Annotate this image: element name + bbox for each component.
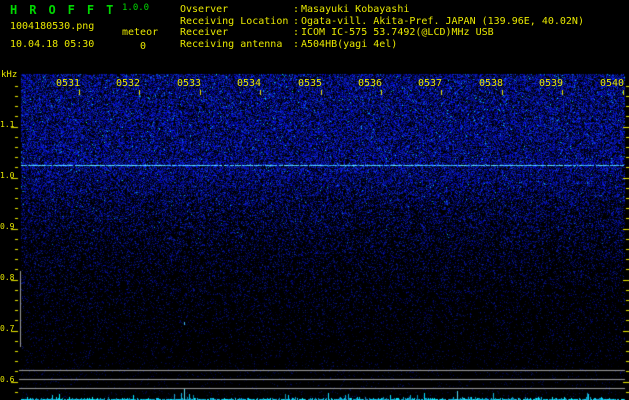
time-tick-label: 0535 xyxy=(297,78,323,89)
time-tick-label: 0532 xyxy=(115,78,141,89)
info-label: Receiving antenna xyxy=(180,39,283,51)
freq-tick-label: 0.6 xyxy=(0,375,15,384)
freq-tick-label: 0.8 xyxy=(0,273,15,282)
time-tick-label: 0534 xyxy=(236,78,262,89)
info-label: Ovserver xyxy=(180,4,229,15)
info-value: Ogata-vill. Akita-Pref. JAPAN (139.96E, … xyxy=(301,15,584,27)
time-tick-label: 0533 xyxy=(176,78,202,89)
freq-tick-label: 1.1 xyxy=(0,120,15,129)
freq-tick-label: 0.9 xyxy=(0,222,15,231)
output-filename: 1004180530.png xyxy=(10,21,95,32)
info-separator: : xyxy=(293,27,300,39)
freq-tick-label: 1.0 xyxy=(0,171,15,180)
observation-datetime: 10.04.18 05:30 xyxy=(10,39,95,50)
khz-unit-label: kHz xyxy=(1,70,18,80)
app-version: 1.0.0 xyxy=(122,3,150,13)
info-label: Receiver xyxy=(180,27,229,39)
app-title: HROFFT xyxy=(10,3,126,17)
freq-tick-label: 0.7 xyxy=(0,324,15,333)
info-row: Receiver: ICOM IC-575 53.7492(@LCD)MHz US… xyxy=(180,27,584,39)
info-separator: : xyxy=(293,39,300,51)
info-label: Receiving Location xyxy=(180,15,289,27)
meteor-count: 0 xyxy=(140,41,147,52)
info-separator: : xyxy=(293,4,300,15)
spectrogram-canvas xyxy=(0,0,629,400)
info-value: A504HB(yagi 4el) xyxy=(301,39,398,51)
time-tick-label: 0531 xyxy=(55,78,81,89)
time-tick-label: 0540 xyxy=(599,78,625,89)
mode-label: meteor xyxy=(122,27,159,38)
station-info: Ovserver: Masayuki Kobayashi Receiving Lo… xyxy=(180,4,584,51)
hrofft-output-screen: HROFFT 1.0.0 1004180530.png meteor 10.04… xyxy=(0,0,629,400)
info-row: Ovserver: Masayuki Kobayashi xyxy=(180,4,584,16)
time-tick-label: 0537 xyxy=(417,78,443,89)
time-tick-label: 0539 xyxy=(538,78,564,89)
info-value: Masayuki Kobayashi xyxy=(301,4,410,15)
time-tick-label: 0536 xyxy=(357,78,383,89)
info-row: Receiving antenna: A504HB(yagi 4el) xyxy=(180,39,584,51)
time-tick-label: 0538 xyxy=(478,78,504,89)
info-value: ICOM IC-575 53.7492(@LCD)MHz USB xyxy=(301,27,494,39)
info-separator: : xyxy=(293,15,300,27)
info-row: Receiving Location: Ogata-vill. Akita-Pre… xyxy=(180,16,584,28)
